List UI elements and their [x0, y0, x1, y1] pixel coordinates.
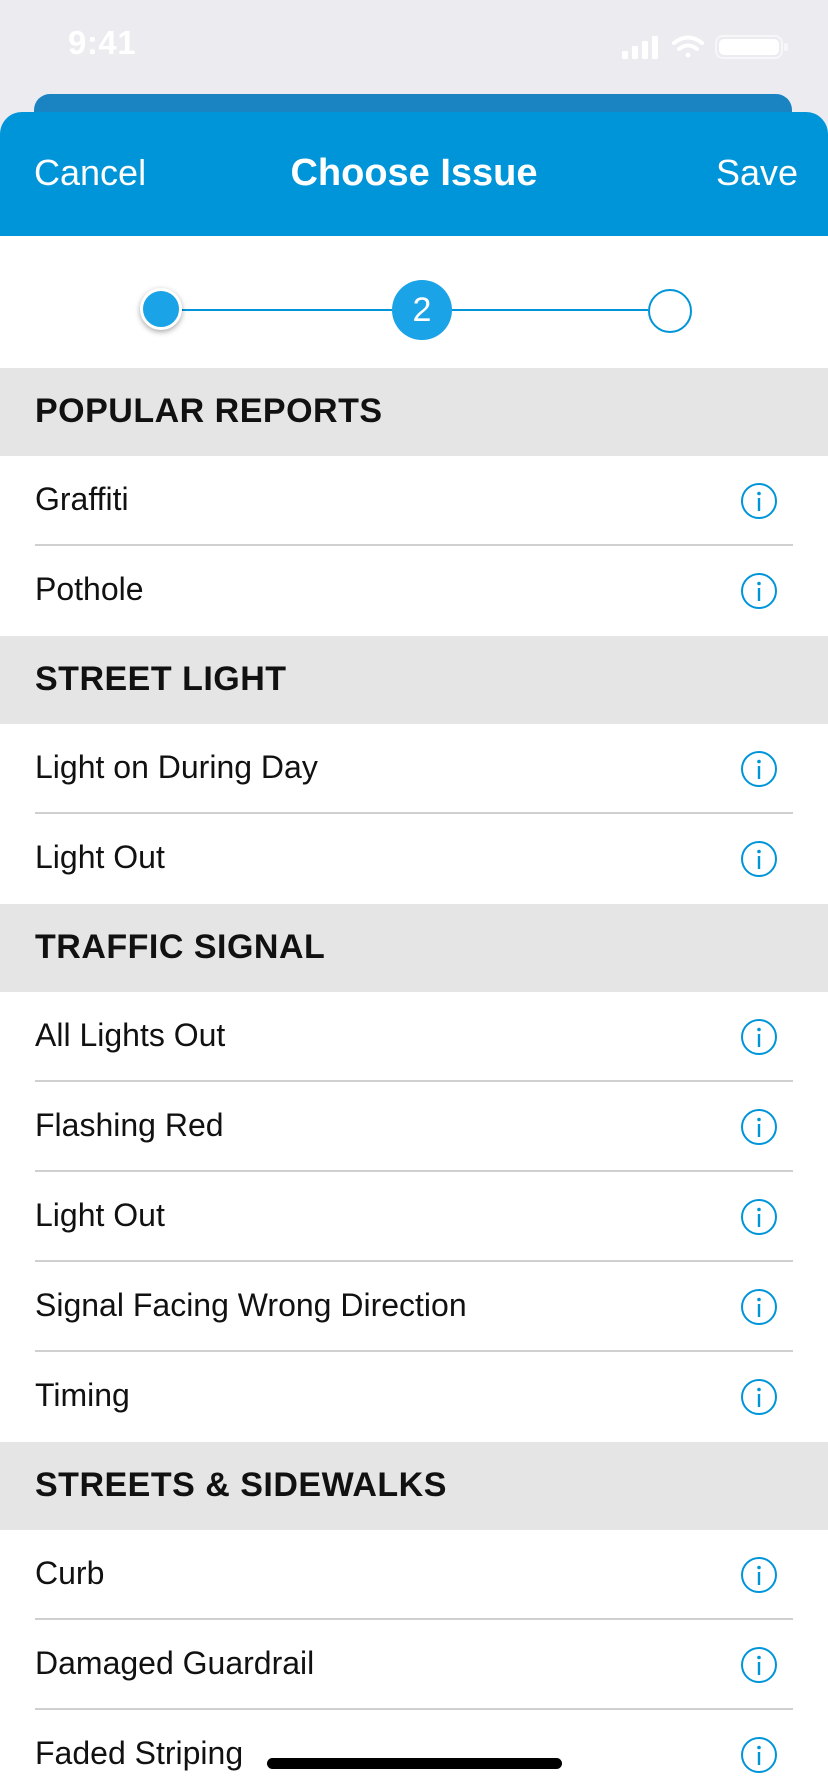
- nav-bar: Cancel Choose Issue Save: [0, 112, 828, 236]
- section-header: STREETS & SIDEWALKS: [0, 1442, 828, 1530]
- list-item-label: Faded Striping: [35, 1735, 244, 1771]
- page-title: Choose Issue: [290, 152, 538, 194]
- info-icon[interactable]: [740, 482, 778, 520]
- list-item-label: Pothole: [35, 571, 144, 607]
- step-1-indicator: [140, 288, 182, 330]
- step-connector-1: [182, 309, 392, 311]
- info-icon[interactable]: [740, 1646, 778, 1684]
- choose-issue-sheet: Cancel Choose Issue Save 2 POPULAR REPOR…: [0, 112, 828, 1792]
- info-icon[interactable]: [740, 572, 778, 610]
- list-item-label: Light Out: [35, 839, 165, 875]
- list-item-label: Damaged Guardrail: [35, 1645, 315, 1681]
- status-bar: 9:41: [0, 0, 828, 96]
- section-title: STREETS & SIDEWALKS: [35, 1466, 447, 1504]
- wifi-icon: [672, 35, 704, 58]
- list-item[interactable]: Signal Facing Wrong Direction: [0, 1262, 828, 1352]
- section-header: POPULAR REPORTS: [0, 368, 828, 456]
- list-item-label: Graffiti: [35, 481, 129, 517]
- info-icon[interactable]: [740, 840, 778, 878]
- info-icon[interactable]: [740, 1108, 778, 1146]
- section-title: TRAFFIC SIGNAL: [35, 928, 326, 966]
- info-icon[interactable]: [740, 750, 778, 788]
- list-item[interactable]: Light Out: [0, 1172, 828, 1262]
- list-item[interactable]: Pothole: [0, 546, 828, 636]
- status-time: 9:41: [68, 24, 137, 61]
- list-item-label: All Lights Out: [35, 1017, 226, 1053]
- list-item-label: Signal Facing Wrong Direction: [35, 1287, 467, 1323]
- list-item-label: Curb: [35, 1555, 105, 1591]
- list-item[interactable]: Faded Striping: [0, 1710, 828, 1792]
- list-item[interactable]: Curb: [0, 1530, 828, 1620]
- save-button[interactable]: Save: [716, 152, 798, 194]
- step-progress: 2: [0, 236, 828, 368]
- section-header: STREET LIGHT: [0, 636, 828, 724]
- list-item[interactable]: Flashing Red: [0, 1082, 828, 1172]
- list-item[interactable]: Graffiti: [0, 456, 828, 546]
- list-item[interactable]: All Lights Out: [0, 992, 828, 1082]
- list-item-label: Timing: [35, 1377, 130, 1413]
- step-connector-2: [452, 309, 648, 311]
- list-item[interactable]: Light on During Day: [0, 724, 828, 814]
- step-2-indicator: 2: [392, 280, 452, 340]
- battery-icon: [715, 35, 788, 59]
- list-item-label: Light on During Day: [35, 749, 318, 785]
- list-item-label: Flashing Red: [35, 1107, 224, 1143]
- info-icon[interactable]: [740, 1288, 778, 1326]
- section-title: POPULAR REPORTS: [35, 392, 383, 430]
- list-item[interactable]: Timing: [0, 1352, 828, 1442]
- signal-icon: [622, 36, 658, 59]
- list-item-label: Light Out: [35, 1197, 165, 1233]
- status-icons: [622, 34, 792, 60]
- section-title: STREET LIGHT: [35, 660, 287, 698]
- info-icon[interactable]: [740, 1378, 778, 1416]
- list-item[interactable]: Damaged Guardrail: [0, 1620, 828, 1710]
- info-icon[interactable]: [740, 1736, 778, 1774]
- info-icon[interactable]: [740, 1198, 778, 1236]
- step-2-number: 2: [412, 290, 432, 329]
- list-item[interactable]: Light Out: [0, 814, 828, 904]
- section-header: TRAFFIC SIGNAL: [0, 904, 828, 992]
- info-icon[interactable]: [740, 1018, 778, 1056]
- home-indicator: [267, 1758, 562, 1769]
- info-icon[interactable]: [740, 1556, 778, 1594]
- step-3-indicator: [648, 289, 692, 333]
- issue-list: POPULAR REPORTS Graffiti Pothole STREET LIG…: [0, 368, 828, 1792]
